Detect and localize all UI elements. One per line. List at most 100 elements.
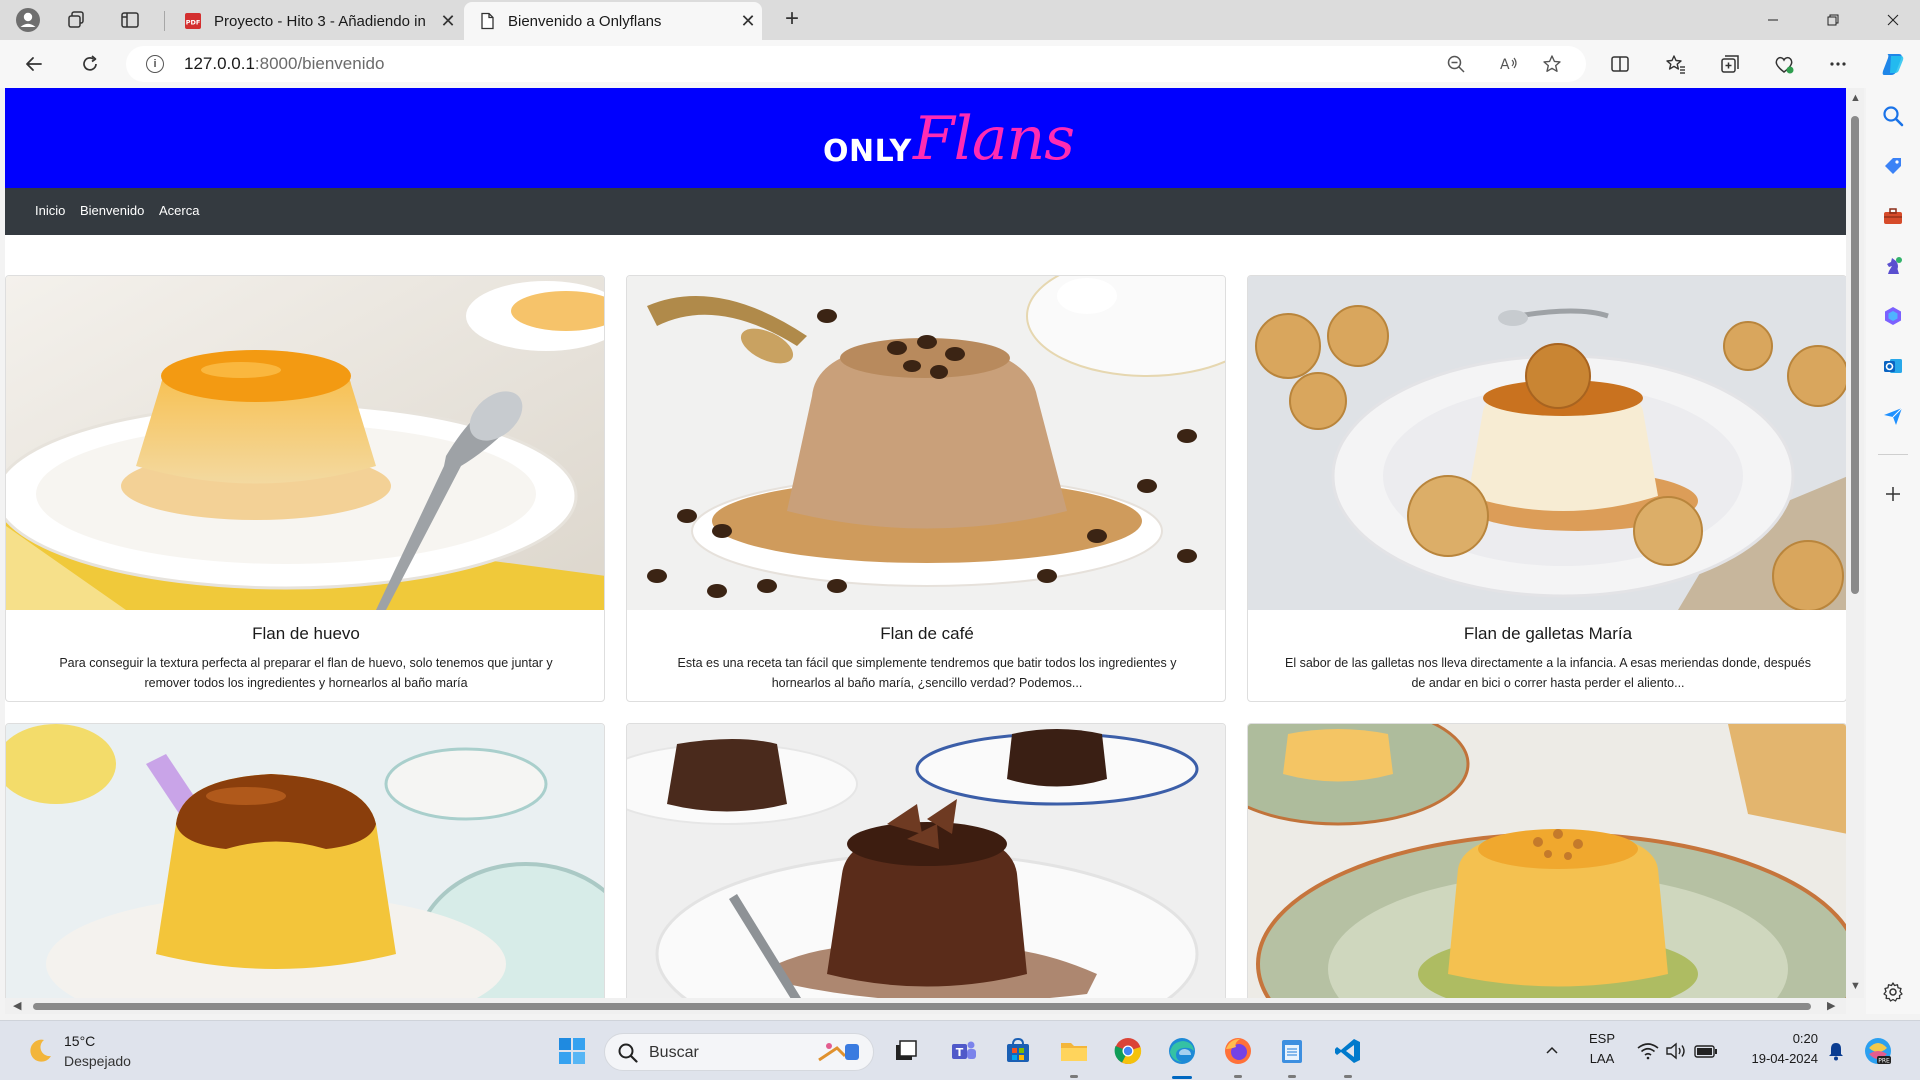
flan-card[interactable] [1247, 723, 1846, 998]
new-tab-button[interactable]: + [776, 4, 808, 36]
edge-sidebar [1866, 88, 1920, 1014]
running-indicator [1288, 1075, 1296, 1078]
minimize-button[interactable] [1746, 0, 1800, 40]
back-arrow-icon[interactable] [18, 48, 50, 80]
input-language[interactable]: ESP [1586, 1031, 1618, 1046]
flan-card[interactable]: Flan de galletas María El sabor de las g… [1247, 275, 1846, 702]
volume-icon[interactable] [1660, 1035, 1692, 1067]
flan-chocolate-image [627, 724, 1225, 998]
flan-card[interactable] [626, 723, 1226, 998]
split-screen-icon[interactable] [1604, 48, 1636, 80]
collections-icon[interactable] [1714, 48, 1746, 80]
search-icon [617, 1042, 639, 1069]
card-title: Flan de galletas María [1463, 624, 1633, 643]
flan-caramel-image [6, 724, 604, 998]
copilot-icon[interactable] [1877, 48, 1909, 80]
nav-link-bienvenido[interactable]: Bienvenido [80, 203, 144, 218]
browser-essentials-icon[interactable] [1768, 48, 1800, 80]
running-indicator [1234, 1075, 1242, 1078]
favorites-icon[interactable] [1660, 48, 1692, 80]
flan-de-cafe-image [627, 276, 1225, 610]
scroll-down-arrow-icon[interactable]: ▼ [1850, 980, 1861, 992]
url-text: 127.0.0.1:8000/bienvenido [184, 54, 385, 73]
task-view-icon[interactable] [890, 1035, 922, 1067]
shopping-tag-icon[interactable] [1881, 154, 1905, 178]
scroll-right-arrow-icon[interactable]: ▶ [1827, 999, 1835, 1012]
send-arrow-icon[interactable] [1881, 404, 1905, 428]
vertical-scrollbar[interactable]: ▲ ▼ [1846, 88, 1864, 998]
search-placeholder: Buscar [649, 1044, 699, 1061]
nav-link-acerca[interactable]: Acerca [159, 203, 199, 218]
edge-icon[interactable] [1166, 1035, 1198, 1067]
copilot-preview-icon[interactable]: PRE [1862, 1035, 1894, 1067]
notification-bell-icon[interactable] [1820, 1035, 1852, 1067]
close-tab-icon[interactable]: ✕ [434, 11, 462, 32]
read-aloud-icon[interactable]: A [1492, 48, 1524, 80]
workspaces-icon[interactable] [62, 6, 90, 34]
search-icon[interactable] [1881, 104, 1905, 128]
tab-bienvenido[interactable]: Bienvenido a Onlyflans ✕ [464, 2, 762, 40]
sidebar-divider [1878, 454, 1908, 455]
logo-flans-text: Flans [913, 104, 1075, 174]
flan-card[interactable]: Flan de huevo Para conseguir la textura … [5, 275, 605, 702]
scroll-left-arrow-icon[interactable]: ◀ [13, 999, 21, 1012]
vertical-tabs-icon[interactable] [116, 6, 144, 34]
weather-description[interactable]: Despejado [64, 1053, 131, 1069]
card-title: Flan de huevo [252, 624, 360, 643]
notepad-icon[interactable] [1276, 1035, 1308, 1067]
show-hidden-icons-chevron-icon[interactable] [1536, 1035, 1568, 1067]
horizontal-scroll-thumb[interactable] [33, 1003, 1811, 1010]
microsoft-store-icon[interactable] [1002, 1035, 1034, 1067]
zoom-out-icon[interactable] [1440, 48, 1472, 80]
weather-moon-icon[interactable] [26, 1037, 54, 1070]
address-bar[interactable]: i 127.0.0.1:8000/bienvenido A [126, 46, 1586, 82]
flan-de-galletas-image [1248, 276, 1846, 610]
vertical-scroll-thumb[interactable] [1851, 116, 1859, 594]
more-options-icon[interactable] [1822, 48, 1854, 80]
pdf-icon: PDF [184, 12, 202, 30]
site-header: ONLY Flans [5, 88, 1846, 188]
flan-card[interactable] [5, 723, 605, 998]
svg-text:T: T [956, 1046, 964, 1059]
running-indicator [1070, 1075, 1078, 1078]
file-explorer-icon[interactable] [1058, 1035, 1090, 1067]
outlook-icon[interactable] [1881, 354, 1905, 378]
vscode-icon[interactable] [1332, 1035, 1364, 1067]
battery-icon[interactable] [1690, 1035, 1722, 1067]
restore-button[interactable] [1806, 0, 1860, 40]
microsoft-365-icon[interactable] [1881, 304, 1905, 328]
keyboard-layout[interactable]: LAA [1586, 1051, 1618, 1066]
page-icon [478, 12, 496, 30]
taskbar-search[interactable]: Buscar [604, 1033, 874, 1071]
page-viewport: ONLY Flans Inicio Bienvenido Acerca Flan… [5, 88, 1846, 998]
tab-bar: PDF Proyecto - Hito 3 - Añadiendo in ✕ B… [0, 0, 1920, 40]
add-icon[interactable] [1881, 482, 1905, 506]
games-chess-icon[interactable] [1881, 254, 1905, 278]
browser-toolbar: i 127.0.0.1:8000/bienvenido A [0, 40, 1920, 88]
weather-temperature[interactable]: 15°C [64, 1033, 95, 1049]
svg-text:PDF: PDF [186, 19, 201, 27]
teams-icon[interactable]: T [948, 1035, 980, 1067]
clock-date[interactable]: 19-04-2024 [1728, 1051, 1819, 1066]
horizontal-scrollbar[interactable]: ◀ ▶ [5, 998, 1846, 1014]
chrome-icon[interactable] [1112, 1035, 1144, 1067]
settings-gear-icon[interactable] [1881, 980, 1905, 1004]
close-window-button[interactable] [1866, 0, 1920, 40]
scroll-up-arrow-icon[interactable]: ▲ [1850, 92, 1861, 104]
close-tab-icon[interactable]: ✕ [734, 11, 762, 32]
favorite-star-icon[interactable] [1536, 48, 1568, 80]
refresh-icon[interactable] [74, 48, 106, 80]
profile-icon[interactable] [14, 6, 42, 34]
tab-proyecto[interactable]: PDF Proyecto - Hito 3 - Añadiendo in ✕ [170, 2, 462, 40]
firefox-icon[interactable] [1222, 1035, 1254, 1067]
nav-link-inicio[interactable]: Inicio [35, 203, 65, 218]
start-windows-icon[interactable] [556, 1035, 588, 1067]
search-highlight-icon [815, 1038, 865, 1071]
flan-card[interactable]: Flan de café Esta es una receta tan fáci… [626, 275, 1226, 702]
tab-title: Bienvenido a Onlyflans [508, 12, 662, 30]
site-logo[interactable]: ONLY Flans [817, 104, 1075, 174]
clock-time[interactable]: 0:20 [1728, 1031, 1818, 1046]
tools-toolbox-icon[interactable] [1881, 204, 1905, 228]
flan-de-huevo-image [6, 276, 604, 610]
site-info-icon[interactable]: i [146, 55, 164, 73]
